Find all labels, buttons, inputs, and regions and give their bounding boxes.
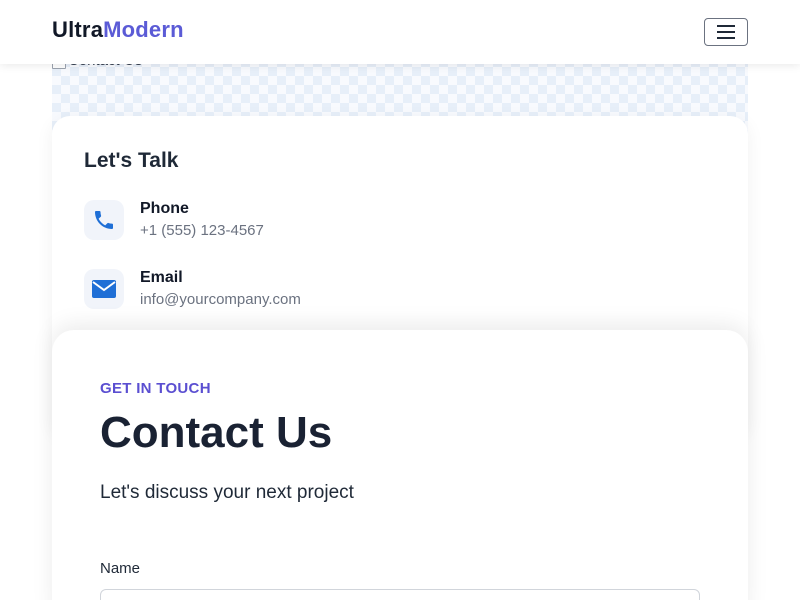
page-subtitle: Let's discuss your next project xyxy=(100,482,354,503)
hamburger-menu-icon xyxy=(717,24,735,40)
name-field-label: Name xyxy=(100,560,141,577)
contact-label: Phone xyxy=(140,200,189,217)
envelope-icon xyxy=(84,269,124,309)
menu-toggle-button[interactable] xyxy=(704,18,748,46)
phone-icon xyxy=(84,200,124,240)
contact-item-email: Email info@yourcompany.com xyxy=(84,269,684,321)
contact-label: Email xyxy=(140,269,183,286)
brand-logo[interactable]: UltraModern xyxy=(52,17,184,43)
brand-part1: Ultra xyxy=(52,17,104,42)
page-title: Contact Us xyxy=(100,408,333,457)
email-address[interactable]: info@yourcompany.com xyxy=(140,291,301,308)
phone-number[interactable]: +1 (555) 123-4567 xyxy=(140,222,264,239)
navbar: UltraModern xyxy=(0,0,800,64)
contact-item-phone: Phone +1 (555) 123-4567 xyxy=(84,200,684,252)
lets-talk-title: Let's Talk xyxy=(84,149,179,172)
contact-form-card: GET IN TOUCH Contact Us Let's discuss yo… xyxy=(52,330,748,600)
brand-part2: Modern xyxy=(103,17,184,42)
name-input[interactable] xyxy=(100,589,700,600)
section-eyebrow: GET IN TOUCH xyxy=(100,380,211,397)
